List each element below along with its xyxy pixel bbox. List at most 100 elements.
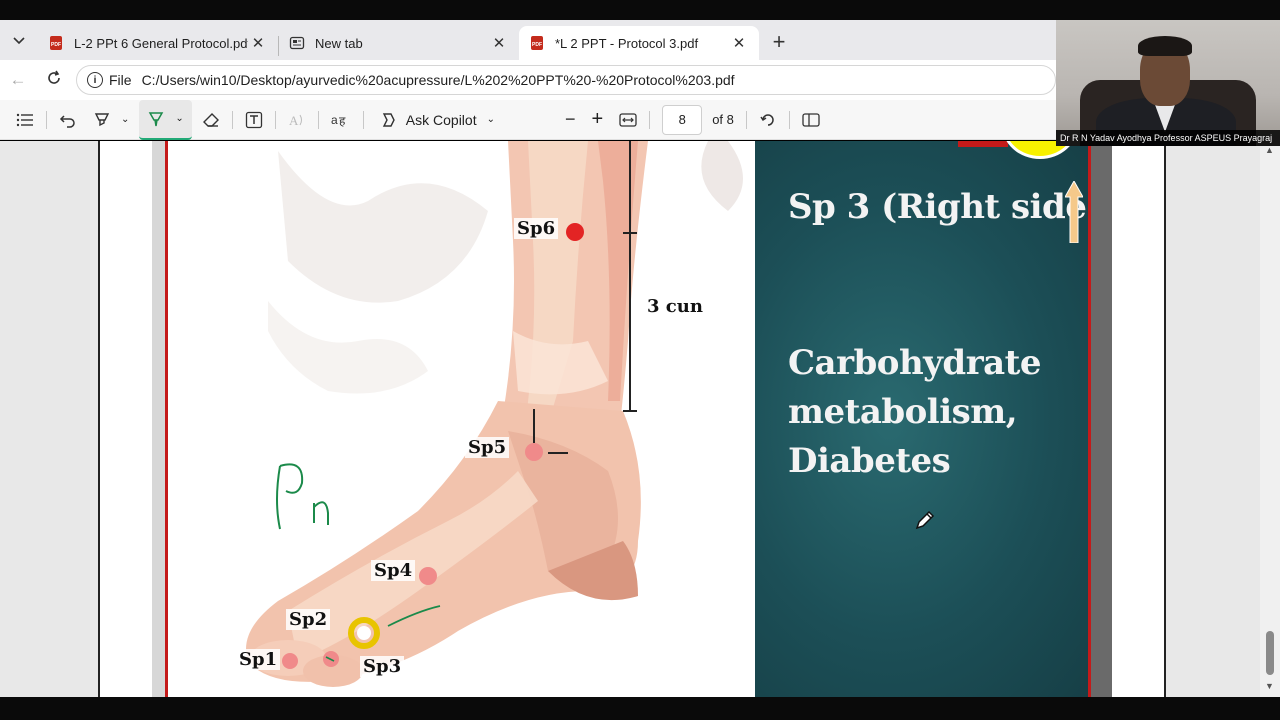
tab-list-button[interactable] [0, 20, 38, 60]
copilot-icon [382, 112, 395, 127]
bottom-black-bar [0, 697, 1280, 720]
ask-copilot-button[interactable]: Ask Copilot ⌄ [368, 100, 507, 140]
info-icon[interactable]: i [87, 72, 103, 88]
tab-general-protocol[interactable]: PDF L-2 PPt 6 General Protocol.pdf ✕ [38, 26, 278, 60]
pdf-viewport[interactable]: Pn Sp6 3 cun Sp5 Sp4 Sp2 Sp1 Sp3 Sp 3 (R… [0, 141, 1280, 697]
new-tab-button[interactable]: + [759, 24, 799, 60]
page-view-icon [802, 112, 820, 127]
highlighter-icon [94, 112, 110, 126]
slide-text-panel: Sp 3 (Right side) Carbohydrate metabolis… [755, 141, 1103, 697]
foot-drawing: Pn [246, 141, 743, 687]
zoom-out-button[interactable]: − [557, 100, 584, 140]
address-bar-row: ← i File C:/Users/win10/Desktop/ayurvedi… [0, 60, 1056, 100]
label-sp5: Sp5 [465, 437, 510, 458]
arrow-left-icon: ← [9, 70, 27, 89]
toolbar-separator [46, 110, 47, 129]
url-text: C:/Users/win10/Desktop/ayurvedic%20acupr… [141, 72, 735, 88]
plus-icon: + [591, 108, 604, 130]
add-text-button[interactable] [237, 100, 271, 140]
svg-text:A: A [289, 113, 299, 128]
description-line: Carbohydrate [788, 343, 1041, 383]
svg-text:a: a [331, 113, 338, 127]
close-icon[interactable]: ✕ [489, 34, 509, 52]
close-icon[interactable]: ✕ [729, 34, 749, 52]
scrollbar-thumb[interactable] [1266, 631, 1274, 675]
svg-text:PDF: PDF [532, 42, 542, 48]
slide-left-border [152, 141, 168, 697]
page-total-label: of 8 [712, 112, 734, 127]
top-black-bar [0, 0, 1280, 20]
scroll-up-icon[interactable]: ▲ [1265, 145, 1274, 155]
screen: PDF L-2 PPt 6 General Protocol.pdf ✕ New… [0, 0, 1280, 720]
chevron-down-icon[interactable]: ⌄ [121, 114, 129, 125]
plus-icon: + [772, 29, 786, 54]
scroll-down-icon[interactable]: ▼ [1265, 681, 1274, 691]
toolbar-separator [274, 110, 276, 129]
slide: Pn Sp6 3 cun Sp5 Sp4 Sp2 Sp1 Sp3 Sp 3 (R… [152, 141, 1112, 697]
undo-icon [59, 114, 75, 128]
description-line: metabolism, [788, 392, 1018, 432]
page-view-button[interactable] [794, 100, 828, 140]
webcam-person-hair [1138, 36, 1192, 56]
list-icon [16, 113, 33, 126]
svg-text:ह: ह [339, 114, 346, 128]
translate-icon: aह [331, 113, 346, 128]
slide-description: Carbohydrate metabolism, Diabetes [788, 339, 1041, 486]
url-scheme-label: File [109, 72, 132, 88]
chevron-down-icon: ⌄ [486, 114, 495, 125]
fit-to-width-button[interactable] [611, 100, 645, 140]
vertical-scrollbar[interactable]: ▲ ▼ [1260, 141, 1280, 697]
undo-button[interactable] [51, 100, 85, 140]
minus-icon: − [564, 109, 576, 129]
read-aloud-button[interactable]: A [280, 100, 314, 140]
toolbar-separator [745, 110, 747, 129]
page-number-input[interactable]: 8 [662, 104, 703, 135]
tab-strip: PDF L-2 PPt 6 General Protocol.pdf ✕ New… [0, 20, 1056, 60]
read-aloud-icon: A [289, 113, 302, 128]
refresh-button[interactable] [36, 70, 72, 91]
svg-text:PDF: PDF [51, 42, 61, 48]
fit-width-icon [619, 112, 637, 127]
toolbar-separator [362, 110, 364, 129]
translate-button[interactable]: aह [323, 100, 359, 140]
draw-button[interactable]: ⌄ [139, 99, 192, 140]
toolbar-separator [788, 110, 790, 129]
pen-cursor-icon [915, 510, 935, 530]
zoom-in-button[interactable]: + [584, 100, 612, 140]
label-sp3: Sp3 [360, 656, 405, 677]
label-sp1: Sp1 [236, 649, 281, 670]
rotate-button[interactable] [751, 100, 785, 140]
close-icon[interactable]: ✕ [248, 34, 268, 52]
foot-anatomy-illustration: Pn Sp6 3 cun Sp5 Sp4 Sp2 Sp1 Sp3 [168, 141, 755, 697]
rotate-icon [760, 113, 774, 126]
slide-right-border [1088, 141, 1112, 697]
label-sp2: Sp2 [286, 609, 331, 630]
tab-new-tab[interactable]: New tab ✕ [279, 26, 519, 60]
highlight-button[interactable]: ⌄ [85, 100, 137, 140]
back-button[interactable]: ← [0, 70, 36, 90]
pdf-icon: PDF [529, 35, 545, 51]
toolbar-separator [317, 110, 319, 129]
url-field[interactable]: i File C:/Users/win10/Desktop/ayurvedic%… [76, 65, 1056, 95]
label-sp4: Sp4 [371, 560, 416, 581]
slide-title: Sp 3 (Right side) [788, 187, 1103, 227]
chevron-down-icon[interactable]: ⌄ [175, 113, 183, 124]
tab-label: *L 2 PPT - Protocol 3.pdf [555, 35, 699, 51]
newtab-icon [289, 35, 305, 51]
label-sp6: Sp6 [514, 218, 559, 239]
toolbar-separator [649, 110, 651, 129]
description-line: Diabetes [788, 441, 951, 481]
arrow-up-icon [1065, 181, 1083, 243]
contents-button[interactable] [8, 100, 42, 140]
erase-button[interactable] [194, 100, 228, 140]
tab-protocol-3[interactable]: PDF *L 2 PPT - Protocol 3.pdf ✕ [519, 26, 759, 60]
pdf-icon: PDF [48, 35, 64, 51]
ask-copilot-label: Ask Copilot [405, 111, 477, 128]
eraser-icon [202, 112, 219, 127]
slide-top-accent [958, 141, 1008, 147]
chevron-down-icon [13, 37, 25, 45]
tab-label: New tab [315, 35, 363, 51]
tab-label: L-2 PPt 6 General Protocol.pdf [74, 35, 248, 51]
text-box-icon [245, 111, 262, 128]
webcam-overlay: Dr R N Yadav Ayodhya Professor ASPEUS Pr… [1056, 20, 1280, 146]
